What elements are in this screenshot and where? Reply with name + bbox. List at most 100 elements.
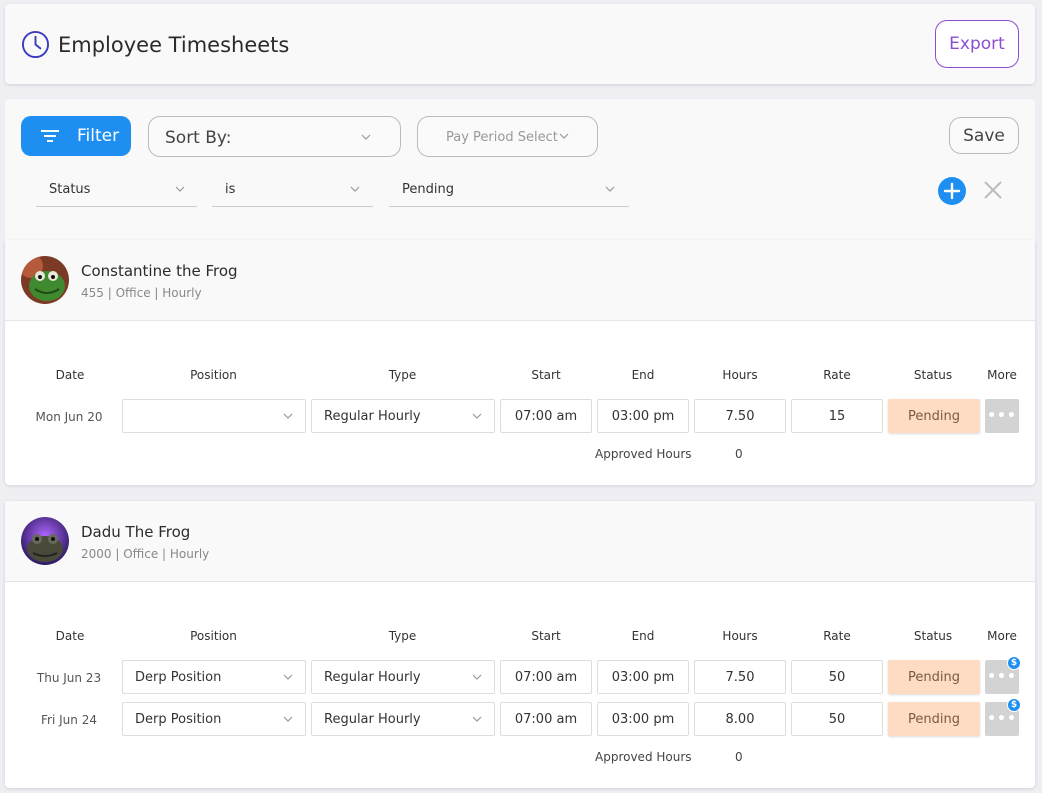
employee-header: Dadu The Frog 2000 | Office | Hourly <box>5 501 1035 582</box>
position-value: Derp Position <box>135 712 222 727</box>
hours-input[interactable]: 7.50 <box>694 399 786 433</box>
dollar-icon: $ <box>1007 698 1021 712</box>
column-header-status: Status <box>913 629 953 643</box>
start-time-input[interactable]: 07:00 am <box>500 660 592 694</box>
filter-field-value: Status <box>49 182 91 197</box>
approved-hours-value: 0 <box>735 750 743 764</box>
type-select[interactable]: Regular Hourly <box>311 399 495 433</box>
column-header-type: Type <box>388 368 417 382</box>
filter-operator-select[interactable]: is <box>212 171 373 207</box>
start-time-input[interactable]: 07:00 am <box>500 702 592 736</box>
approved-hours-label: Approved Hours <box>595 447 692 461</box>
column-header-hours: Hours <box>722 368 758 382</box>
type-select[interactable]: Regular Hourly <box>311 660 495 694</box>
position-select[interactable] <box>122 399 306 433</box>
employee-card: Constantine the Frog 455 | Office | Hour… <box>5 240 1035 485</box>
sort-by-label: Sort By: <box>165 128 232 148</box>
plus-icon <box>943 182 961 200</box>
end-time-input[interactable]: 03:00 pm <box>597 399 689 433</box>
employee-name: Constantine the Frog <box>81 262 238 280</box>
save-button[interactable]: Save <box>949 117 1019 154</box>
status-badge[interactable]: Pending <box>888 660 980 694</box>
filter-lines-icon <box>41 130 59 142</box>
column-header-start: Start <box>531 368 561 382</box>
chevron-down-icon <box>350 186 360 192</box>
more-dots-icon: ••• <box>987 408 1017 424</box>
position-select[interactable]: Derp Position <box>122 702 306 736</box>
start-time-value: 07:00 am <box>514 409 578 424</box>
start-time-input[interactable]: 07:00 am <box>500 399 592 433</box>
add-filter-button[interactable] <box>938 177 966 205</box>
filter-value-select[interactable]: Pending <box>389 171 629 207</box>
chevron-down-icon <box>605 186 615 192</box>
type-value: Regular Hourly <box>324 670 421 685</box>
position-value: Derp Position <box>135 670 222 685</box>
filter-operator-value: is <box>225 182 236 197</box>
avatar <box>21 256 69 304</box>
chevron-down-icon <box>283 716 293 722</box>
filter-field-select[interactable]: Status <box>36 171 197 207</box>
column-header-date: Date <box>55 368 85 382</box>
page-header: Employee Timesheets Export <box>5 4 1035 84</box>
chevron-down-icon <box>283 674 293 680</box>
dollar-icon: $ <box>1007 656 1021 670</box>
column-header-end: End <box>631 629 655 643</box>
more-dots-icon: ••• <box>987 669 1017 685</box>
start-time-value: 07:00 am <box>514 712 578 727</box>
column-header-more: More <box>987 368 1017 382</box>
end-time-input[interactable]: 03:00 pm <box>597 702 689 736</box>
hours-input[interactable]: 7.50 <box>694 660 786 694</box>
column-header-rate: Rate <box>823 629 851 643</box>
end-time-value: 03:00 pm <box>611 712 675 727</box>
rate-value: 50 <box>828 670 846 685</box>
pay-period-select[interactable]: Pay Period Select <box>417 116 598 157</box>
rate-input[interactable]: 50 <box>791 660 883 694</box>
column-header-start: Start <box>531 629 561 643</box>
employee-name: Dadu The Frog <box>81 523 191 541</box>
more-dots-icon: ••• <box>987 711 1017 727</box>
close-icon[interactable] <box>982 179 1004 201</box>
filter-button-label: Filter <box>77 126 120 146</box>
rate-input[interactable]: 15 <box>791 399 883 433</box>
avatar <box>21 517 69 565</box>
hours-value: 7.50 <box>725 409 755 424</box>
column-header-position: Position <box>190 368 237 382</box>
type-value: Regular Hourly <box>324 712 421 727</box>
approved-hours-label: Approved Hours <box>595 750 692 764</box>
employee-meta: 455 | Office | Hourly <box>81 286 202 300</box>
clock-icon <box>21 30 50 59</box>
type-select[interactable]: Regular Hourly <box>311 702 495 736</box>
hours-input[interactable]: 8.00 <box>694 702 786 736</box>
rate-input[interactable]: 50 <box>791 702 883 736</box>
row-date: Fri Jun 24 <box>41 713 97 727</box>
status-badge[interactable]: Pending <box>888 702 980 736</box>
pay-period-label: Pay Period Select <box>446 130 558 145</box>
filter-button[interactable]: Filter <box>21 116 131 156</box>
row-date: Thu Jun 23 <box>36 671 102 685</box>
rate-value: 15 <box>828 409 846 424</box>
column-header-more: More <box>987 629 1017 643</box>
filter-value-value: Pending <box>402 182 454 197</box>
chevron-down-icon <box>283 413 293 419</box>
column-header-end: End <box>631 368 655 382</box>
end-time-value: 03:00 pm <box>611 670 675 685</box>
sort-by-select[interactable]: Sort By: <box>148 116 401 157</box>
column-header-status: Status <box>913 368 953 382</box>
status-badge[interactable]: Pending <box>888 399 980 433</box>
chevron-down-icon <box>472 674 482 680</box>
end-time-input[interactable]: 03:00 pm <box>597 660 689 694</box>
page-title: Employee Timesheets <box>58 33 290 57</box>
start-time-value: 07:00 am <box>514 670 578 685</box>
column-header-position: Position <box>190 629 237 643</box>
position-select[interactable]: Derp Position <box>122 660 306 694</box>
rate-value: 50 <box>828 712 846 727</box>
employee-meta: 2000 | Office | Hourly <box>81 547 210 561</box>
hours-value: 7.50 <box>725 670 755 685</box>
employee-header: Constantine the Frog 455 | Office | Hour… <box>5 240 1035 321</box>
chevron-down-icon <box>472 413 482 419</box>
row-date: Mon Jun 20 <box>35 410 103 424</box>
column-header-date: Date <box>55 629 85 643</box>
export-button[interactable]: Export <box>935 20 1019 68</box>
column-header-type: Type <box>388 629 417 643</box>
more-button[interactable]: ••• <box>985 399 1019 433</box>
